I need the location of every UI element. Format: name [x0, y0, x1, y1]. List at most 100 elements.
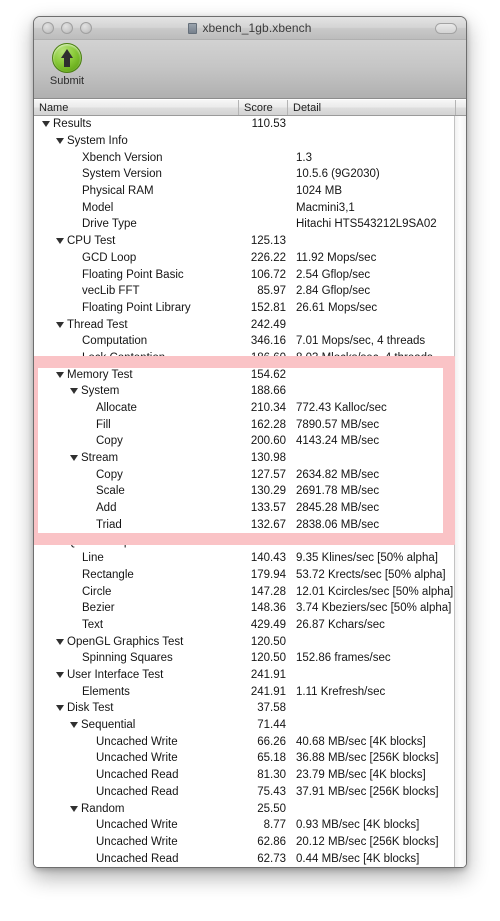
- toolbar: Submit: [34, 40, 466, 99]
- row-name-label: Line: [82, 552, 104, 565]
- row-name-cell: Fill: [34, 419, 239, 431]
- row-name-label: Memory Test: [67, 368, 133, 381]
- row-detail-cell: 3.74 Kbeziers/sec [50% alpha]: [296, 602, 452, 615]
- disclosure-triangle-icon[interactable]: [56, 321, 64, 328]
- window-title: xbench_1gb.xbench: [202, 21, 312, 35]
- submit-button[interactable]: Submit: [40, 43, 94, 87]
- column-header-name[interactable]: Name: [34, 100, 239, 115]
- disclosure-triangle-icon[interactable]: [70, 722, 78, 729]
- table-row[interactable]: Stream 130.98: [34, 450, 466, 467]
- disclosure-triangle-icon[interactable]: [56, 705, 64, 712]
- table-row[interactable]: Line 140.43 9.35 Klines/sec [50% alpha]: [34, 550, 466, 567]
- table-row[interactable]: Physical RAM 1024 MB: [34, 183, 466, 200]
- row-detail-cell: 26.87 Kchars/sec: [296, 618, 385, 631]
- row-score-cell: 127.57: [250, 468, 286, 481]
- toolbar-toggle-button[interactable]: [435, 23, 457, 34]
- table-row[interactable]: Floating Point Library 152.81 26.61 Mops/s…: [34, 300, 466, 317]
- table-row[interactable]: Rectangle 179.94 53.72 Krects/sec [50% alp…: [34, 567, 466, 584]
- table-row[interactable]: GCD Loop 226.22 11.92 Mops/sec: [34, 250, 466, 267]
- row-name-cell: Copy: [34, 435, 239, 447]
- table-row[interactable]: Allocate 210.34 772.43 Kalloc/sec: [34, 400, 466, 417]
- table-row[interactable]: System Version 10.5.6 (9G2030): [34, 166, 466, 183]
- disclosure-triangle-icon[interactable]: [56, 138, 64, 145]
- disclosure-triangle-icon[interactable]: [70, 455, 78, 462]
- table-row[interactable]: Lock Contention 186.60 8.03 Mlocks/sec, 4 …: [34, 350, 466, 367]
- table-row[interactable]: System Info: [34, 133, 466, 150]
- disclosure-triangle-icon[interactable]: [56, 638, 64, 645]
- table-row[interactable]: Text 429.49 26.87 Kchars/sec: [34, 617, 466, 634]
- row-name-label: User Interface Test: [67, 669, 164, 682]
- table-row[interactable]: Uncached Read 75.43 37.91 MB/sec [256K blo…: [34, 784, 466, 801]
- table-row[interactable]: Add 133.57 2845.28 MB/sec: [34, 500, 466, 517]
- column-header-score[interactable]: Score: [239, 100, 288, 115]
- table-row[interactable]: Uncached Write 62.86 20.12 MB/sec [256K bl…: [34, 834, 466, 851]
- table-row[interactable]: Disk Test 37.58: [34, 700, 466, 717]
- table-row[interactable]: Floating Point Basic 106.72 2.54 Gflop/sec: [34, 266, 466, 283]
- table-row[interactable]: Model Macmini3,1: [34, 199, 466, 216]
- table-row[interactable]: Random 25.50: [34, 800, 466, 817]
- disclosure-triangle-icon[interactable]: [70, 805, 78, 812]
- table-row[interactable]: Thread Test 242.49: [34, 316, 466, 333]
- table-row[interactable]: Results 110.53: [34, 116, 466, 133]
- disclosure-triangle-icon[interactable]: [56, 371, 64, 378]
- row-score-cell: 175.21: [250, 535, 286, 548]
- table-row[interactable]: Uncached Write 65.18 36.88 MB/sec [256K bl…: [34, 750, 466, 767]
- table-row[interactable]: Uncached Read 81.30 23.79 MB/sec [4K block…: [34, 767, 466, 784]
- table-row[interactable]: Uncached Write 66.26 40.68 MB/sec [4K bloc…: [34, 733, 466, 750]
- disclosure-triangle-icon[interactable]: [42, 121, 50, 128]
- table-row[interactable]: CPU Test 125.13: [34, 233, 466, 250]
- zoom-button[interactable]: [80, 22, 92, 34]
- table-row[interactable]: Fill 162.28 7890.57 MB/sec: [34, 416, 466, 433]
- table-row[interactable]: System 188.66: [34, 383, 466, 400]
- disclosure-triangle-icon[interactable]: [70, 388, 78, 395]
- table-row[interactable]: Circle 147.28 12.01 Kcircles/sec [50% alph…: [34, 583, 466, 600]
- row-detail-cell: 7.01 Mops/sec, 4 threads: [296, 335, 426, 348]
- vertical-scrollbar[interactable]: [454, 116, 466, 867]
- column-header-spacer: [456, 100, 466, 115]
- row-score-cell: 132.67: [250, 518, 286, 531]
- row-score-cell: 186.60: [250, 351, 286, 364]
- table-row[interactable]: OpenGL Graphics Test 120.50: [34, 633, 466, 650]
- row-name-label: Disk Test: [67, 702, 114, 715]
- table-row[interactable]: Copy 127.57 2634.82 MB/sec: [34, 466, 466, 483]
- column-header-detail[interactable]: Detail: [288, 100, 456, 115]
- table-row[interactable]: vecLib FFT 85.97 2.84 Gflop/sec: [34, 283, 466, 300]
- row-score-cell: 130.98: [250, 452, 286, 465]
- table-row[interactable]: Drive Type Hitachi HTS543212L9SA02: [34, 216, 466, 233]
- row-score-cell: 71.44: [257, 719, 286, 732]
- disclosure-triangle-icon[interactable]: [56, 672, 64, 679]
- row-score-cell: 25.50: [257, 802, 286, 815]
- row-score-cell: 66.26: [257, 735, 286, 748]
- row-name-cell: Text: [34, 619, 239, 631]
- table-row[interactable]: User Interface Test 241.91: [34, 667, 466, 684]
- table-row[interactable]: Uncached Read90.5316.80 MB/sec [256K blo…: [34, 867, 466, 868]
- row-score-cell: 210.34: [250, 402, 286, 415]
- disclosure-triangle-icon[interactable]: [56, 238, 64, 245]
- table-row[interactable]: Scale 130.29 2691.78 MB/sec: [34, 483, 466, 500]
- table-row[interactable]: Uncached Write 8.77 0.93 MB/sec [4K blocks…: [34, 817, 466, 834]
- table-row[interactable]: Xbench Version 1.3: [34, 149, 466, 166]
- table-row[interactable]: Elements 241.91 1.11 Krefresh/sec: [34, 683, 466, 700]
- row-name-label: Stream: [81, 452, 119, 465]
- table-row[interactable]: Triad 132.67 2838.06 MB/sec: [34, 517, 466, 534]
- table-row[interactable]: Bezier 148.36 3.74 Kbeziers/sec [50% alpha…: [34, 600, 466, 617]
- table-row[interactable]: Memory Test 154.62: [34, 366, 466, 383]
- row-score-cell: 429.49: [250, 618, 286, 631]
- table-row[interactable]: Copy 200.60 4143.24 MB/sec: [34, 433, 466, 450]
- disclosure-triangle-icon[interactable]: [56, 538, 64, 545]
- table-row[interactable]: Quartz Graphics Test 175.21: [34, 533, 466, 550]
- row-score-cell: 346.16: [250, 335, 286, 348]
- table-row[interactable]: Spinning Squares 120.50 152.86 frames/sec: [34, 650, 466, 667]
- minimize-button[interactable]: [61, 22, 73, 34]
- column-header-row: Name Score Detail: [34, 99, 466, 116]
- table-row[interactable]: Computation 346.16 7.01 Mops/sec, 4 thread…: [34, 333, 466, 350]
- close-button[interactable]: [42, 22, 54, 34]
- row-score-cell: 154.62: [250, 368, 286, 381]
- row-name-cell: Allocate: [34, 402, 239, 414]
- row-name-label: Uncached Write: [96, 835, 178, 848]
- row-name-cell: Physical RAM: [34, 185, 239, 197]
- table-row[interactable]: Sequential 71.44: [34, 717, 466, 734]
- table-row[interactable]: Uncached Read 62.73 0.44 MB/sec [4K blocks…: [34, 850, 466, 867]
- window-titlebar[interactable]: xbench_1gb.xbench: [34, 17, 466, 40]
- row-score-cell: 188.66: [250, 385, 286, 398]
